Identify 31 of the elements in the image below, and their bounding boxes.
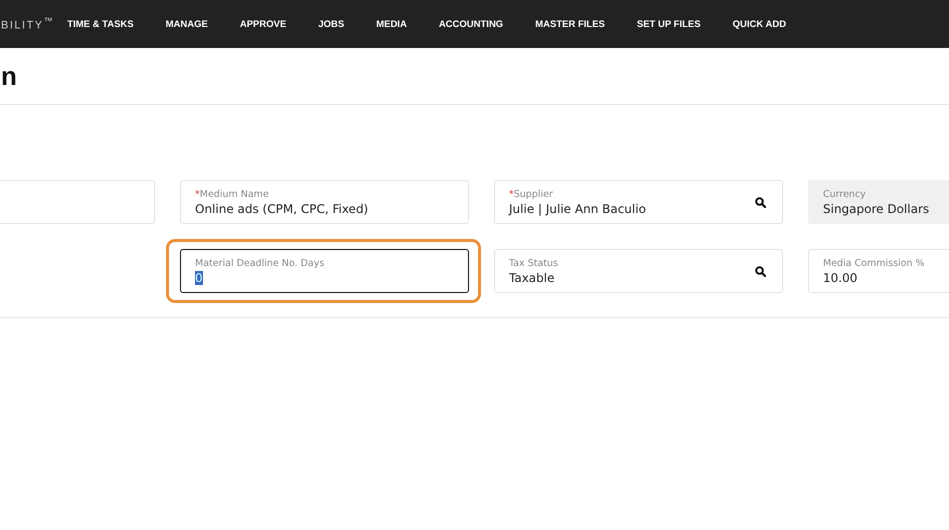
field-label: Tax Status — [509, 258, 559, 268]
input-field[interactable]: Currency Singapore Dollars — [808, 180, 949, 224]
nav-menu-item[interactable]: APPROVE — [240, 18, 286, 30]
nav-menu-item[interactable]: SET UP FILES — [636, 18, 701, 30]
field-value: 10.00 — [823, 270, 858, 284]
field-value: Julie | Julie Ann Baculio — [509, 202, 647, 216]
brand-logo[interactable]: BILITY$^{™}$ — [1, 16, 54, 32]
nav-menu-item[interactable]: JOBS — [318, 18, 344, 30]
lookup-field[interactable]: *Supplier Julie | Julie Ann Baculio — [494, 180, 783, 224]
field-label: *Medium Name — [195, 188, 270, 200]
field-label: Media Commission % — [823, 258, 926, 268]
field-value: 0 — [195, 270, 204, 284]
search-icon[interactable] — [755, 196, 766, 208]
field-value: Online ads (CPM, CPC, Fixed) — [195, 202, 370, 216]
field-label: Material Deadline No. Days — [195, 258, 326, 268]
field-value: Taxable — [509, 270, 556, 284]
nav-menu-item[interactable]: TIME & TASKS — [67, 18, 134, 30]
field-label: Currency — [823, 188, 867, 200]
input-field[interactable]: Media Commission % 10.00 — [808, 249, 949, 293]
lookup-field[interactable]: Tax Status Taxable — [494, 249, 783, 293]
nav-menu-item[interactable]: MANAGE — [166, 18, 208, 30]
nav-menu-item[interactable]: QUICK ADD — [732, 18, 786, 30]
field-value: Singapore Dollars — [823, 202, 930, 216]
page-title: n — [1, 60, 17, 92]
field-label: *Supplier — [509, 188, 554, 200]
search-icon[interactable] — [755, 266, 766, 276]
nav-menu-item[interactable]: MEDIA — [376, 18, 407, 30]
nav-menu-item[interactable]: MASTER FILES — [535, 18, 605, 30]
input-field[interactable]: *Medium Name Online ads (CPM, CPC, Fixed) — [180, 180, 469, 224]
nav-menu-item[interactable]: ACCOUNTING — [438, 18, 504, 30]
input-field[interactable]: Material Deadline No. Days 0 — [180, 249, 469, 293]
